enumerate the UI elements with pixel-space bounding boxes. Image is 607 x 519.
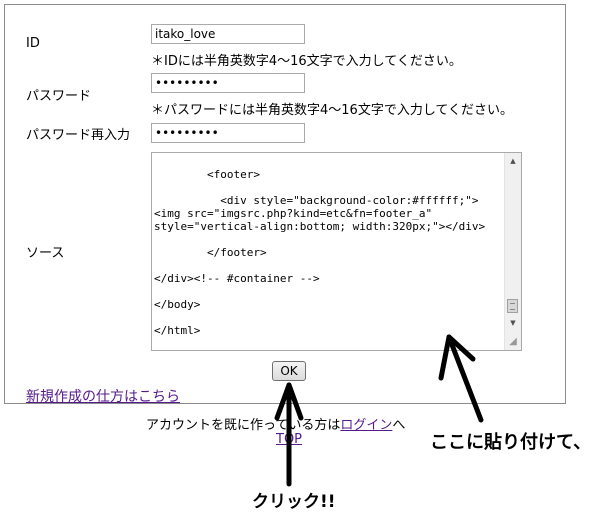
account-suffix-text: へ <box>392 418 406 433</box>
source-textarea-container: <footer> <div style="background-color:#f… <box>151 152 522 351</box>
id-label: ID <box>26 36 40 51</box>
click-annotation: クリック!! <box>252 492 336 512</box>
password-input[interactable] <box>151 73 305 93</box>
id-input[interactable] <box>151 24 305 44</box>
password-note: ＊パスワードには半角英数字4～16文字で入力してください。 <box>151 103 514 118</box>
help-link[interactable]: 新規作成の仕方はこちら <box>26 386 180 406</box>
top-link[interactable]: TOP <box>276 432 302 447</box>
account-line: アカウントを既に作っている方はログインへ <box>146 414 405 433</box>
password-label: パスワード <box>26 89 92 104</box>
source-textarea[interactable]: <footer> <div style="background-color:#f… <box>152 153 505 350</box>
scroll-up-arrow-icon[interactable]: ▲ <box>505 153 521 169</box>
account-prefix-text: アカウントを既に作っている方は <box>146 418 341 433</box>
password-confirm-label: パスワード再入力 <box>26 128 131 143</box>
source-scrollbar[interactable]: ▲ ▼ <box>504 153 521 350</box>
resize-grip-icon[interactable]: ◢ <box>506 335 520 349</box>
scroll-thumb[interactable] <box>507 299 518 313</box>
source-label: ソース <box>26 246 65 261</box>
paste-here-annotation: ここに貼り付けて、 <box>430 432 592 453</box>
login-link[interactable]: ログイン <box>340 418 392 433</box>
scroll-down-arrow-icon[interactable]: ▼ <box>505 315 521 331</box>
id-note: ＊IDには半角英数字4～16文字で入力してください。 <box>151 54 462 69</box>
ok-button[interactable]: OK <box>272 361 306 381</box>
password-confirm-input[interactable] <box>151 123 305 143</box>
